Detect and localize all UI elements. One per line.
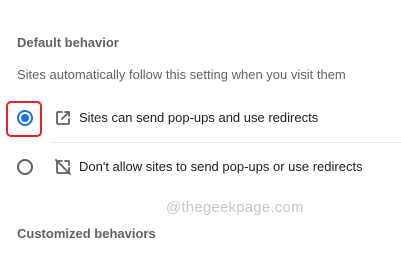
option-block-label: Don't allow sites to send pop-ups or use… [79, 159, 363, 174]
radio-button-selected[interactable] [17, 110, 33, 126]
section-description: Sites automatically follow this setting … [17, 67, 346, 82]
section-heading-default-behavior: Default behavior [17, 35, 119, 50]
radio-button-unselected[interactable] [17, 159, 33, 175]
pop-ups-blocked-icon [54, 158, 72, 176]
option-block-popups[interactable]: Don't allow sites to send pop-ups or use… [0, 147, 401, 187]
section-heading-customized-behaviors: Customized behaviors [17, 226, 156, 241]
option-allow-label: Sites can send pop-ups and use redirects [79, 110, 319, 125]
option-allow-popups[interactable]: Sites can send pop-ups and use redirects [0, 98, 401, 138]
divider [52, 142, 401, 143]
watermark-text: @thegeekpage.com [166, 199, 304, 216]
open-in-new-icon [54, 109, 72, 127]
